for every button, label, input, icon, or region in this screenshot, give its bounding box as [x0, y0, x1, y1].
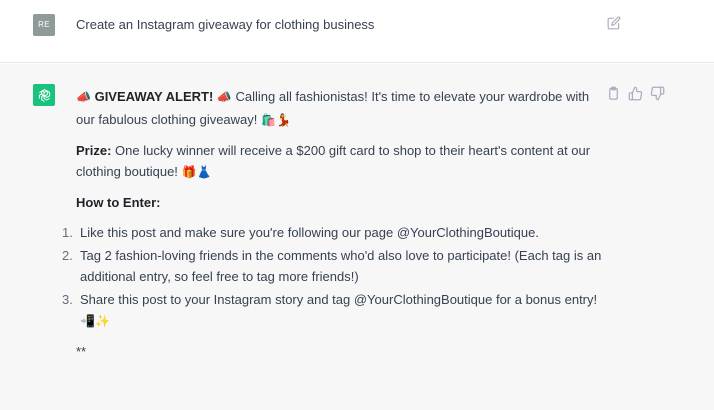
prize-text: One lucky winner will receive a $200 gif… [76, 142, 591, 180]
user-message-row: RE Create an Instagram giveaway for clot… [0, 0, 714, 63]
message-actions [606, 86, 665, 101]
copy-icon[interactable] [606, 86, 621, 101]
shopping-dancer-emoji: 🛍️💃 [261, 112, 291, 127]
assistant-message-row: 📣 GIVEAWAY ALERT! 📣 Calling all fashioni… [0, 64, 714, 410]
list-number: 1. [62, 225, 73, 240]
list-number: 2. [62, 247, 73, 263]
list-item: 1. Like this post and make sure you're f… [62, 222, 606, 244]
user-message-text: Create an Instagram giveaway for clothin… [76, 17, 375, 32]
message-tail: ** [76, 343, 87, 359]
edit-icon[interactable] [607, 16, 621, 30]
megaphone-emoji-2: 📣 [216, 90, 232, 104]
list-number: 3. [62, 291, 73, 307]
list-item: 2. Tag 2 fashion-loving friends in the c… [62, 245, 606, 288]
megaphone-emoji: 📣 [76, 90, 91, 104]
entry-steps-list: 1. Like this post and make sure you're f… [62, 222, 606, 333]
user-avatar: RE [33, 14, 55, 36]
thumbs-up-icon[interactable] [628, 86, 643, 101]
how-to-enter-heading: How to Enter: [76, 195, 161, 210]
prize-paragraph: Prize: One lucky winner will receive a $… [76, 140, 606, 184]
list-item: 3. Share this post to your Instagram sto… [62, 289, 606, 333]
giveaway-title: GIVEAWAY ALERT! [94, 89, 214, 104]
step-text: Tag 2 fashion-loving friends in the comm… [80, 247, 602, 285]
openai-logo-icon [33, 84, 55, 106]
step-text: Like this post and make sure you're foll… [80, 225, 539, 240]
gift-dress-emoji: 🎁👗 [181, 165, 212, 179]
step-text: Share this post to your Instagram story … [80, 291, 598, 307]
thumbs-down-icon[interactable] [650, 86, 665, 101]
prize-label: Prize: [76, 142, 112, 158]
giveaway-intro: 📣 GIVEAWAY ALERT! 📣 Calling all fashioni… [76, 86, 606, 131]
phone-sparkle-emoji: 📲✨ [80, 314, 110, 328]
assistant-message-content: 📣 GIVEAWAY ALERT! 📣 Calling all fashioni… [62, 86, 606, 362]
